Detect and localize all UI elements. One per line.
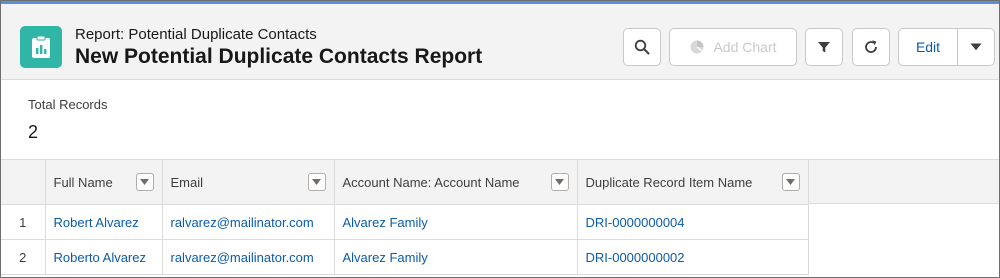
chevron-down-icon — [786, 179, 795, 185]
edit-button[interactable]: Edit — [898, 28, 958, 66]
full-name-link[interactable]: Robert Alvarez — [54, 215, 139, 230]
page-title: New Potential Duplicate Contacts Report — [75, 45, 483, 68]
chevron-down-icon — [555, 179, 564, 185]
row-number: 2 — [1, 239, 46, 275]
full-name-link[interactable]: Roberto Alvarez — [54, 250, 147, 265]
edit-label: Edit — [915, 39, 941, 55]
duplicate-record-item-link[interactable]: DRI-0000000004 — [586, 215, 685, 230]
refresh-button[interactable] — [852, 28, 890, 66]
row-number: 1 — [1, 204, 46, 240]
email-link[interactable]: ralvarez@mailinator.com — [171, 215, 314, 230]
row-number-header — [1, 159, 46, 205]
column-header-account-name[interactable]: Account Name: Account Name — [334, 159, 578, 205]
table-row: 2 Roberto Alvarez ralvarez@mailinator.co… — [1, 239, 809, 275]
table-row: 1 Robert Alvarez ralvarez@mailinator.com… — [1, 204, 809, 240]
column-header-email[interactable]: Email — [162, 159, 335, 205]
column-menu-button[interactable] — [550, 173, 569, 191]
column-header-full-name[interactable]: Full Name — [45, 159, 163, 205]
search-icon — [634, 39, 650, 55]
filter-icon — [818, 42, 830, 53]
column-menu-button[interactable] — [135, 173, 154, 191]
add-chart-button[interactable]: Add Chart — [669, 28, 797, 66]
chevron-down-icon — [970, 43, 982, 51]
report-page: Report: Potential Duplicate Contacts New… — [0, 0, 1000, 278]
email-link[interactable]: ralvarez@mailinator.com — [171, 250, 314, 265]
chart-icon — [690, 40, 704, 54]
report-type-label: Report: Potential Duplicate Contacts — [75, 26, 317, 43]
chevron-down-icon — [312, 179, 321, 185]
search-button[interactable] — [623, 28, 661, 66]
chevron-down-icon — [140, 179, 149, 185]
column-menu-button[interactable] — [781, 173, 800, 191]
add-chart-label: Add Chart — [713, 39, 777, 55]
column-menu-button[interactable] — [307, 173, 326, 191]
refresh-icon — [865, 40, 877, 53]
total-records-label: Total Records — [28, 97, 108, 112]
filter-button[interactable] — [805, 28, 843, 66]
account-name-link[interactable]: Alvarez Family — [343, 250, 428, 265]
more-actions-button[interactable] — [957, 28, 995, 66]
report-icon — [20, 26, 62, 68]
total-records-value: 2 — [28, 122, 39, 142]
report-header: Report: Potential Duplicate Contacts New… — [1, 4, 999, 80]
account-name-link[interactable]: Alvarez Family — [343, 215, 428, 230]
column-header-duplicate-record-item-name[interactable]: Duplicate Record Item Name — [577, 159, 809, 205]
table-header-row: Full Name Email Account Name: Account Na… — [1, 159, 809, 205]
duplicate-record-item-link[interactable]: DRI-0000000002 — [586, 250, 685, 265]
